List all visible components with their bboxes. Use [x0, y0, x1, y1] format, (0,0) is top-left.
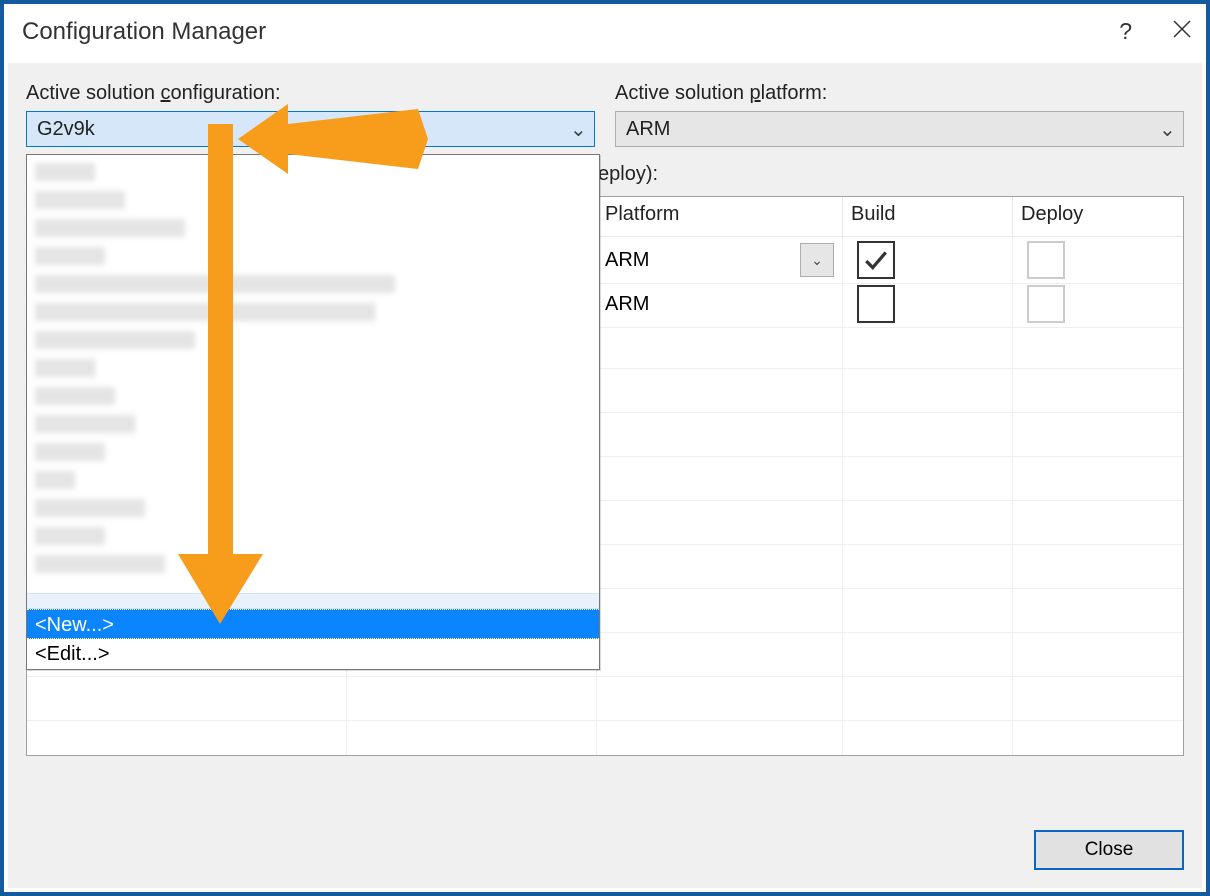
platform-cell: ARM: [605, 293, 834, 316]
active-platform-value: ARM: [626, 118, 1159, 141]
active-config-label: Active solution configuration:: [26, 82, 595, 111]
col-build[interactable]: Build: [843, 197, 1013, 236]
dropdown-blurred-items: [27, 155, 599, 593]
build-checkbox[interactable]: [857, 241, 895, 279]
active-config-value: G2v9k: [37, 118, 570, 141]
deploy-checkbox[interactable]: [1027, 285, 1065, 323]
dropdown-item-new[interactable]: <New...>: [27, 609, 599, 639]
chevron-down-icon: ⌄: [1159, 117, 1173, 142]
titlebar: Configuration Manager ?: [4, 4, 1206, 59]
configuration-manager-window: Configuration Manager ? Active solution …: [0, 0, 1210, 896]
platform-cell-combo[interactable]: ARM ⌄: [605, 243, 834, 277]
build-checkbox[interactable]: [857, 285, 895, 323]
close-window-icon[interactable]: [1172, 18, 1192, 45]
active-config-combo[interactable]: G2v9k ⌄: [26, 111, 595, 147]
deploy-checkbox[interactable]: [1027, 241, 1065, 279]
chevron-down-icon: ⌄: [570, 117, 584, 142]
active-platform-label: Active solution platform:: [615, 82, 1184, 111]
help-icon[interactable]: ?: [1119, 18, 1132, 45]
close-button[interactable]: Close: [1034, 830, 1184, 870]
active-platform-combo[interactable]: ARM ⌄: [615, 111, 1184, 147]
col-platform[interactable]: Platform: [597, 197, 843, 236]
col-deploy[interactable]: Deploy: [1013, 197, 1183, 236]
config-dropdown[interactable]: <New...> <Edit...>: [26, 154, 600, 670]
client-area: Active solution configuration: G2v9k ⌄ A…: [8, 63, 1202, 888]
dropdown-item-edit[interactable]: <Edit...>: [27, 639, 599, 669]
window-title: Configuration Manager: [22, 18, 266, 46]
chevron-down-icon[interactable]: ⌄: [800, 243, 834, 277]
